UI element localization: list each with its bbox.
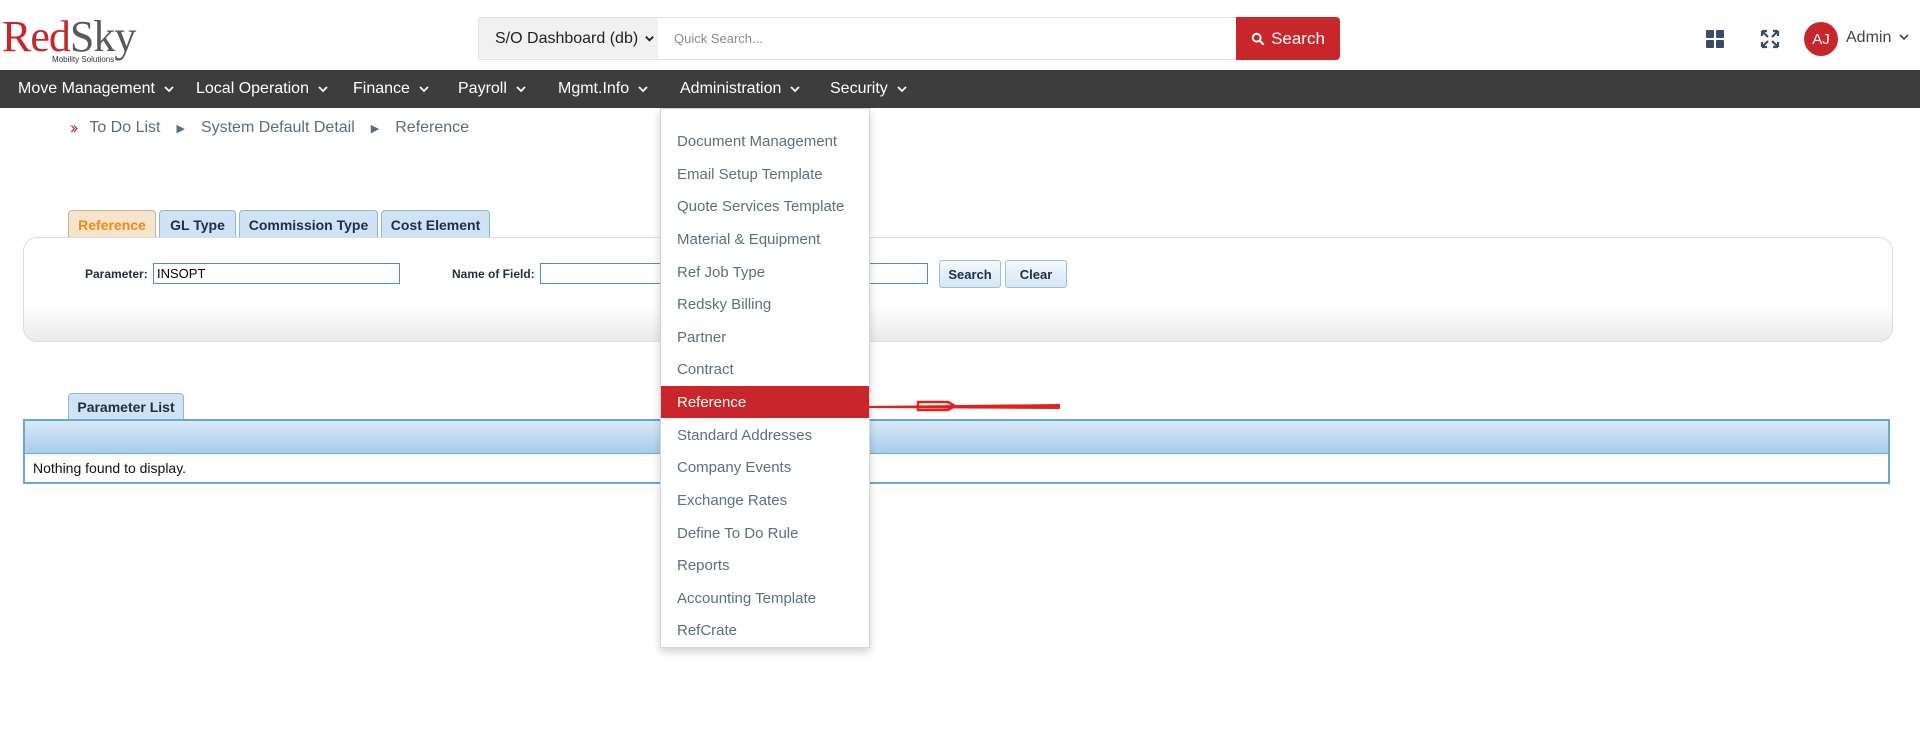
filter-search-button[interactable]: Search [939,260,1001,288]
quick-search-input[interactable] [658,17,1236,60]
menu-item-reports[interactable]: Reports [661,549,869,581]
filter-panel [23,237,1893,342]
main-nav: Move Management Local Operation Finance … [0,70,1920,108]
chevron-down-icon [645,36,655,42]
red-annotation-arrow [860,400,1060,412]
parameter-list-empty-row: Nothing found to display. [23,453,1890,484]
chevron-down-icon [790,86,801,93]
dashboard-select[interactable]: S/O Dashboard (db) [478,17,658,60]
double-chevron-right-icon: ›› [70,118,79,137]
nav-local-operation[interactable]: Local Operation [196,70,329,108]
menu-item-document-management[interactable]: Document Management [661,125,869,157]
administration-dropdown-menu: Document Management Email Setup Template… [660,108,870,648]
triangle-right-icon: ▶ [370,122,380,135]
nav-payroll[interactable]: Payroll [458,70,527,108]
triangle-right-icon: ▶ [176,122,185,135]
menu-item-email-setup-template[interactable]: Email Setup Template [661,158,869,190]
menu-item-material-equipment[interactable]: Material & Equipment [661,223,869,255]
search-icon [1251,32,1265,45]
menu-item-reference[interactable]: Reference [661,386,869,418]
apps-grid-icon[interactable] [1706,30,1724,48]
tab-commission-type[interactable]: Commission Type [239,210,378,238]
logo-subtitle: Mobility Solutions [52,55,115,64]
global-search: S/O Dashboard (db) Search [478,17,1340,60]
empty-message: Nothing found to display. [33,460,187,476]
logo-red-text: Red [2,12,71,61]
tab-cost-element[interactable]: Cost Element [381,210,490,238]
menu-item-define-to-do-rule[interactable]: Define To Do Rule [661,517,869,549]
menu-item-company-events[interactable]: Company Events [661,451,869,483]
tab-reference[interactable]: Reference [68,210,156,238]
tab-gl-type[interactable]: GL Type [159,210,236,238]
nav-finance[interactable]: Finance [353,70,430,108]
menu-item-partner[interactable]: Partner [661,321,869,353]
menu-item-redsky-billing[interactable]: Redsky Billing [661,288,869,320]
filter-clear-button[interactable]: Clear [1005,260,1067,288]
global-search-button[interactable]: Search [1236,17,1340,60]
menu-item-refcrate[interactable]: RefCrate [661,614,869,646]
chevron-down-icon [638,86,648,93]
parameter-list-header [23,419,1890,455]
nav-administration[interactable]: Administration [680,70,801,108]
menu-item-contract[interactable]: Contract [661,353,869,385]
parameter-input[interactable] [153,263,400,284]
menu-item-accounting-template[interactable]: Accounting Template [661,582,869,614]
menu-item-standard-addresses[interactable]: Standard Addresses [661,419,869,451]
menu-item-exchange-rates[interactable]: Exchange Rates [661,484,869,516]
chevron-down-icon [318,86,328,93]
user-menu-label[interactable]: Admin [1846,29,1891,47]
menu-item-quote-services-template[interactable]: Quote Services Template [661,190,869,222]
name-of-field-label: Name of Field: [452,267,535,281]
redsky-logo[interactable]: RedSky Mobility Solutions [2,12,136,68]
chevron-down-icon [164,86,174,93]
search-button-label: Search [1271,28,1325,48]
chevron-down-icon[interactable] [1898,31,1910,43]
menu-item-ref-job-type[interactable]: Ref Job Type [661,256,869,288]
logo-gray-text: Sky [69,12,136,61]
breadcrumb-reference: Reference [395,119,470,136]
chevron-down-icon [419,86,429,93]
chevron-down-icon [897,86,907,93]
parameter-label: Parameter: [85,267,148,281]
nav-security[interactable]: Security [830,70,908,108]
user-avatar[interactable]: AJ [1804,22,1838,56]
top-header: RedSky Mobility Solutions S/O Dashboard … [0,0,1920,70]
fullscreen-icon[interactable] [1760,29,1780,49]
chevron-down-icon [516,86,526,93]
breadcrumb-system-default-detail[interactable]: System Default Detail [201,119,355,137]
breadcrumb-to-do-list[interactable]: To Do List [89,119,160,137]
nav-mgmt-info[interactable]: Mgmt.Info [558,70,649,108]
breadcrumb: ›› To Do List ▶ System Default Detail ▶ … [70,118,469,138]
dashboard-select-value: S/O Dashboard (db) [495,29,639,47]
tab-parameter-list[interactable]: Parameter List [68,393,184,420]
nav-move-management[interactable]: Move Management [18,70,175,108]
